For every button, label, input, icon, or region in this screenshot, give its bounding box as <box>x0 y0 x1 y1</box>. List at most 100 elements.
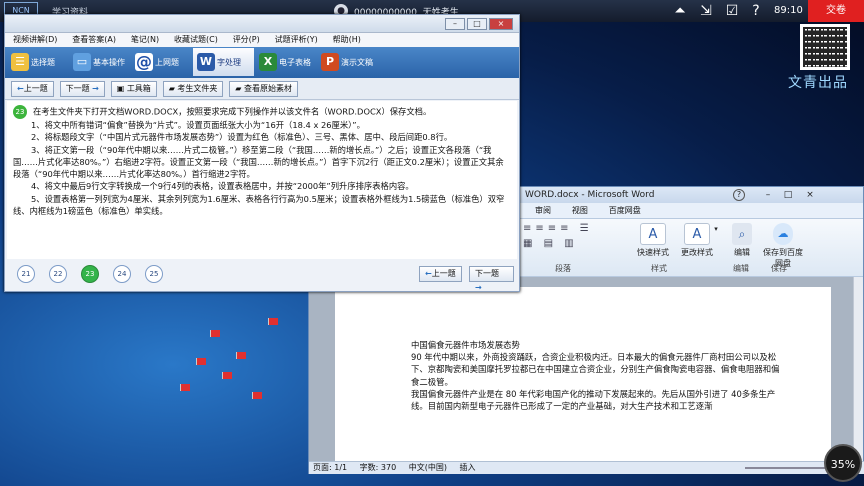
page-button-25[interactable]: 25 <box>145 265 163 283</box>
view-source-button[interactable]: ▰ 查看原始素材 <box>229 81 298 97</box>
folder-icon: ▰ <box>168 84 175 93</box>
border-icons[interactable]: ▦ ▤ ▥ <box>523 238 623 249</box>
menu-score[interactable]: 评分(P) <box>233 33 260 47</box>
menu-answer[interactable]: 查看答案(A) <box>72 33 116 47</box>
quick-styles-button[interactable]: A 快速样式 <box>631 223 675 258</box>
question-type-bar: ☰ 选择题 ▭ 基本操作 @ 上网题 W 字处理 X 电子表格 P 演示文稿 <box>5 47 519 78</box>
group-styles-label: 样式 <box>651 264 667 273</box>
question-content: 23 在考生文件夹下打开文档WORD.DOCX，按照要求完成下列操作并以该文件名（… <box>7 101 517 259</box>
group-save-label: 保存 <box>771 264 787 273</box>
status-page: 页面: 1/1 <box>313 463 348 472</box>
minimize-button[interactable]: – <box>445 18 465 30</box>
next-question-bottom-button[interactable]: 下一题 → <box>469 266 514 292</box>
status-mode[interactable]: 插入 <box>460 463 476 472</box>
maximize-button[interactable]: □ <box>467 18 487 30</box>
exam-toolbar: ←上一题 下一题 → ▣ 工具箱 ▰ 考生文件夹 ▰ 查看原始素材 <box>5 78 519 100</box>
exam-titlebar: – □ × <box>5 15 519 33</box>
toolbox-button[interactable]: ▣ 工具箱 <box>110 81 157 97</box>
excel-icon: X <box>259 53 277 71</box>
paragraph-buttons[interactable]: ≡≡≡≡ ☰ ▦ ▤ ▥ <box>523 223 623 259</box>
question-pager: 21 22 23 24 25 ←上一题 下一题 → <box>7 261 517 292</box>
computer-icon: ▭ <box>73 53 91 71</box>
help-icon[interactable]: ? <box>746 2 766 20</box>
tab-baidu[interactable]: 百度网盘 <box>609 203 641 219</box>
tab-review[interactable]: 审阅 <box>535 203 551 219</box>
help-icon[interactable]: ? <box>733 189 745 201</box>
qr-code <box>800 24 850 70</box>
flag-icon <box>196 358 206 365</box>
mode-basic[interactable]: ▭ 基本操作 <box>69 48 130 76</box>
flag-icon <box>268 318 278 325</box>
styles-dialog-icon[interactable]: ▾ <box>709 225 723 233</box>
flag-icon <box>180 384 190 391</box>
mode-word[interactable]: W 字处理 <box>193 48 254 76</box>
status-words: 字数: 370 <box>359 463 397 472</box>
menu-video[interactable]: 视频讲解(D) <box>13 33 57 47</box>
binoculars-icon: ⌕ <box>732 223 752 245</box>
quick-styles-icon: A <box>640 223 666 245</box>
zoom-slider[interactable] <box>745 467 825 469</box>
checklist-icon[interactable]: ☑ <box>722 2 742 20</box>
arrow-left-icon: ← <box>425 269 432 278</box>
ppt-icon: P <box>321 53 339 71</box>
prev-question-bottom-button[interactable]: ←上一题 <box>419 266 462 282</box>
cloud-icon: ☁ <box>773 223 793 245</box>
menu-analysis[interactable]: 试题评析(Y) <box>275 33 318 47</box>
submit-exam-button[interactable]: 交卷 <box>808 0 864 22</box>
prev-question-button[interactable]: ←上一题 <box>11 81 54 97</box>
page-button-23[interactable]: 23 <box>81 265 99 283</box>
document-page[interactable]: 中国偏食元器件市场发展态势 90 年代中期以来，外商投资踊跃，合资企业积极内迁。… <box>335 287 831 461</box>
doc-title-line[interactable]: 中国偏食元器件市场发展态势 <box>411 339 781 351</box>
instruction-intro: 在考生文件夹下打开文档WORD.DOCX，按照要求完成下列操作并以该文件名（WO… <box>33 106 432 117</box>
arrow-right-icon: → <box>475 283 482 292</box>
double-chevron-up-icon[interactable]: ⏶ <box>670 2 690 20</box>
align-icons[interactable]: ≡≡≡≡ ☰ <box>523 223 623 234</box>
minimize-icon[interactable]: – <box>763 190 773 200</box>
flag-icon <box>236 352 246 359</box>
arrow-right-icon: → <box>92 84 99 93</box>
status-language[interactable]: 中文(中国) <box>409 463 447 472</box>
arrow-left-icon: ← <box>17 84 24 93</box>
close-button[interactable]: × <box>489 18 513 30</box>
student-folder-button[interactable]: ▰ 考生文件夹 <box>162 81 224 97</box>
instruction-1: 1、将文中所有错词“偏食”替换为“片式”。设置页面纸张大小为“16开（18.4 … <box>31 120 365 130</box>
instruction-4: 4、将文中最后9行文字转换成一个9行4列的表格，设置表格居中，并按“2000年”… <box>31 181 414 192</box>
mode-ppt[interactable]: P 演示文稿 <box>317 48 378 76</box>
edit-button[interactable]: ⌕ 编辑 <box>727 223 757 258</box>
page-button-24[interactable]: 24 <box>113 265 131 283</box>
mode-internet[interactable]: @ 上网题 <box>131 48 192 76</box>
flag-icon <box>252 392 262 399</box>
group-edit-label: 编辑 <box>733 264 749 273</box>
vertical-scrollbar[interactable] <box>853 277 863 461</box>
page-button-21[interactable]: 21 <box>17 265 35 283</box>
doc-paragraph[interactable]: 90 年代中期以来，外商投资踊跃，合资企业积极内迁。日本最大的偏食元器件厂商村田… <box>411 351 781 388</box>
word-icon: W <box>197 53 215 71</box>
toolbox-icon: ▣ <box>116 84 125 93</box>
change-styles-icon: A <box>684 223 710 245</box>
list-icon: ☰ <box>11 53 29 71</box>
close-icon[interactable]: × <box>805 190 815 200</box>
group-paragraph-label: 段落 <box>555 264 571 273</box>
at-icon: @ <box>135 52 153 71</box>
instruction-3: 3、将正文第一段（“90年代中期以来……片式二极管。”）移至第二段（“我国……新… <box>13 144 504 180</box>
menu-favorite[interactable]: 收藏试题(C) <box>174 33 218 47</box>
folder-icon: ▰ <box>235 84 242 93</box>
document-area[interactable]: 中国偏食元器件市场发展态势 90 年代中期以来，外商投资踊跃，合资企业积极内迁。… <box>309 277 855 461</box>
menu-help[interactable]: 帮助(H) <box>333 33 361 47</box>
tab-view[interactable]: 视图 <box>572 203 588 219</box>
instruction-5: 5、设置表格第一列列宽为4厘米、其余列列宽为1.6厘米、表格各行行高为0.5厘米… <box>13 193 505 217</box>
question-number-badge: 23 <box>13 105 27 119</box>
mode-choice[interactable]: ☰ 选择题 <box>7 48 68 76</box>
mode-excel[interactable]: X 电子表格 <box>255 48 316 76</box>
doc-paragraph[interactable]: 我国偏食元器件产业是在 80 年代彩电国产化的推动下发展起来的。先后从国外引进了… <box>411 388 781 412</box>
page-button-22[interactable]: 22 <box>49 265 67 283</box>
flag-icon <box>210 330 220 337</box>
exam-window: – □ × 视频讲解(D) 查看答案(A) 笔记(N) 收藏试题(C) 评分(P) … <box>4 14 520 292</box>
next-question-button[interactable]: 下一题 → <box>59 81 105 97</box>
brand-label: 文青出品 <box>788 75 848 91</box>
zoom-badge[interactable]: 35% <box>824 444 862 482</box>
menu-notes[interactable]: 笔记(N) <box>131 33 159 47</box>
word-status-bar: 页面: 1/1 字数: 370 中文(中国) 插入 <box>309 461 864 474</box>
pin-icon[interactable]: ⇲ <box>696 2 716 20</box>
maximize-icon[interactable]: □ <box>783 190 793 200</box>
